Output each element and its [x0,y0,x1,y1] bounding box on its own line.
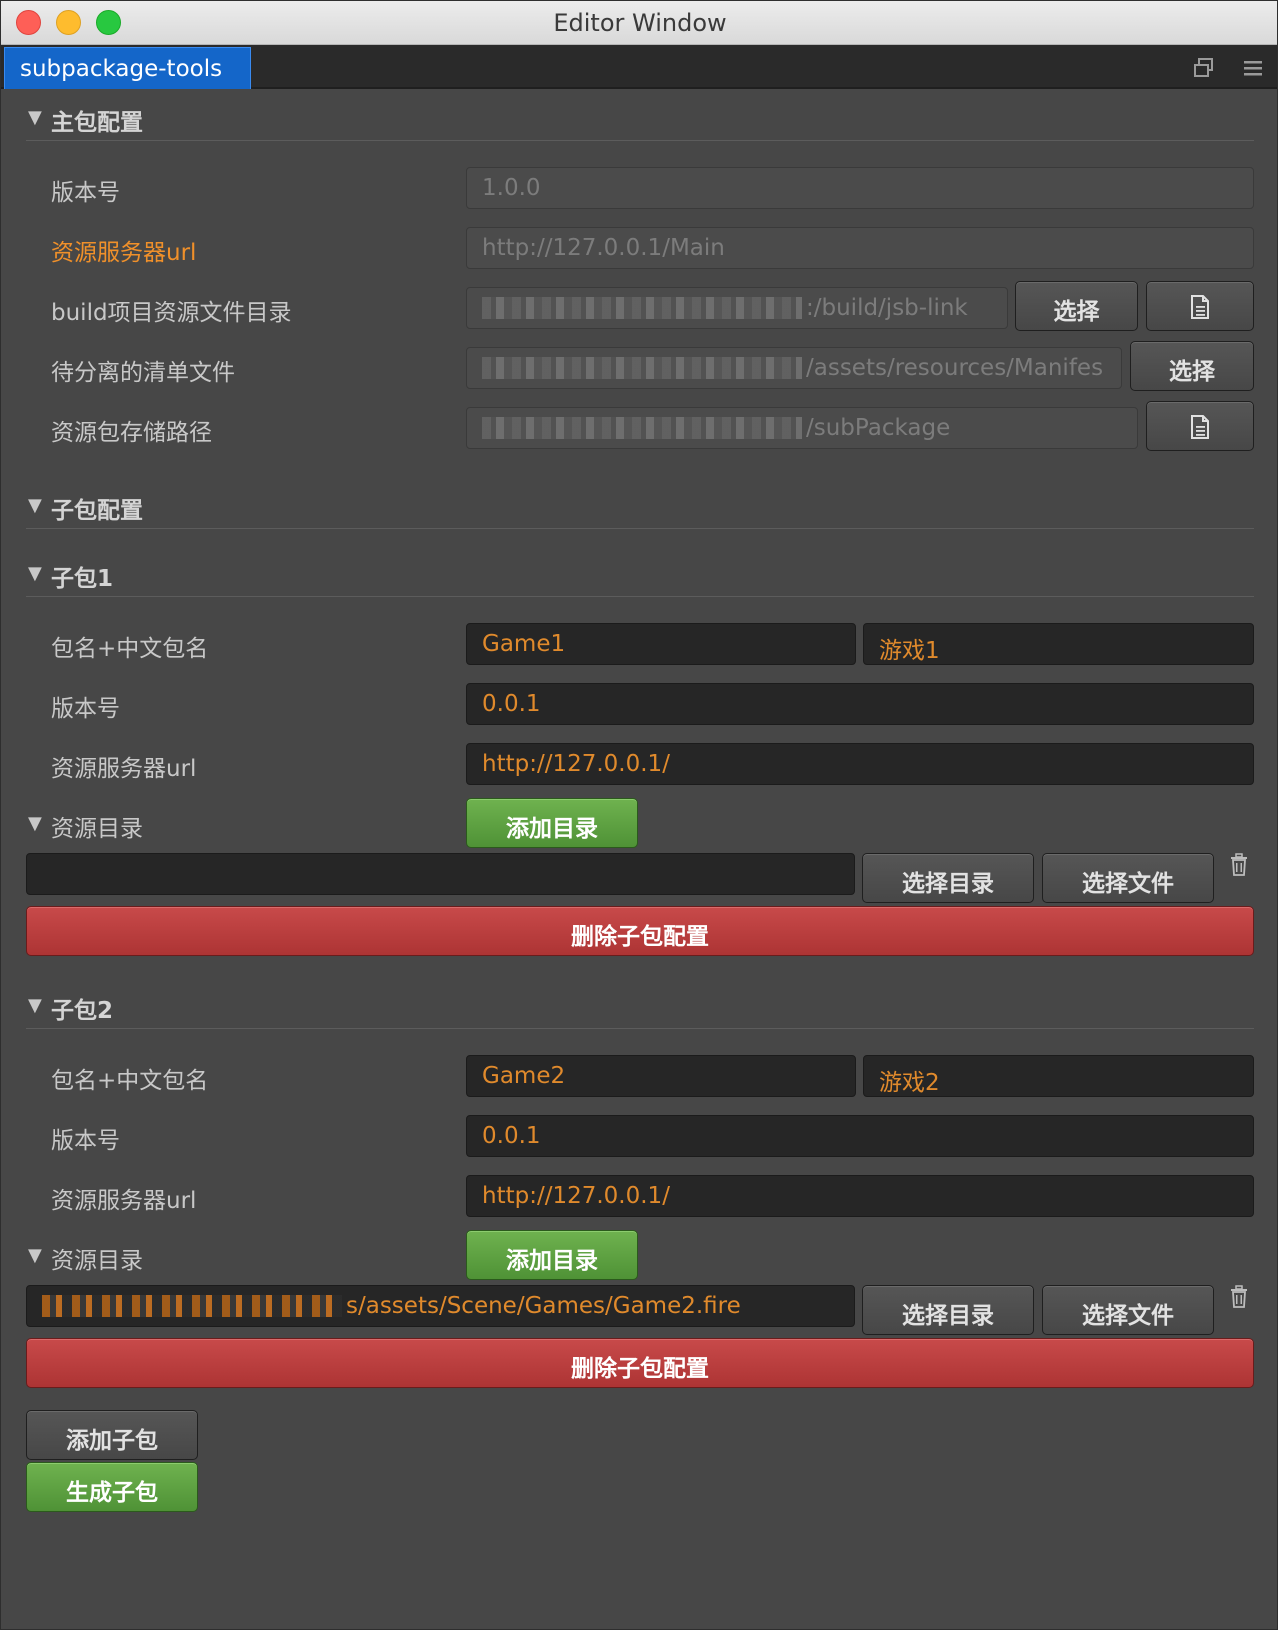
sp2-server-label: 资源服务器url [51,1188,197,1214]
panel-content: ▼ 主包配置 版本号 1.0.0 资源服务器url http://127.0.0… [1,91,1277,1629]
subpackage-1-title: 子包1 [51,566,114,592]
sp1-delete-button[interactable]: 删除子包配置 [26,906,1254,956]
expand-arrow-icon: ▼ [28,107,42,128]
main-server-label: 资源服务器url [51,240,197,266]
manifest-input[interactable]: /assets/resources/Manifes [466,347,1122,389]
trash-icon[interactable] [1228,1285,1250,1309]
main-config-header[interactable]: ▼ 主包配置 [26,101,1254,141]
sp1-dir-input[interactable] [26,853,855,895]
redacted-path [482,297,802,319]
redacted-path [482,417,802,439]
sp1-name-input[interactable]: Game1 [466,623,856,665]
expand-arrow-icon: ▼ [28,563,42,584]
manifest-value: /assets/resources/Manifes [806,355,1104,381]
sp2-server-input[interactable]: http://127.0.0.1/ [466,1175,1254,1217]
store-path-input[interactable]: /subPackage [466,407,1138,449]
main-version-label: 版本号 [51,180,120,206]
sp1-version-label: 版本号 [51,696,120,722]
expand-arrow-icon: ▼ [28,1245,42,1266]
expand-arrow-icon: ▼ [28,495,42,516]
menu-icon[interactable] [1242,57,1264,79]
sp2-choose-dir-button[interactable]: 选择目录 [862,1285,1034,1335]
add-subpackage-button[interactable]: 添加子包 [26,1410,198,1460]
sp1-add-dir-button[interactable]: 添加目录 [466,798,638,848]
subpackage-1-header[interactable]: ▼ 子包1 [26,557,1254,597]
expand-arrow-icon: ▼ [28,813,42,834]
generate-subpackage-button[interactable]: 生成子包 [26,1462,198,1512]
sp1-choose-file-button[interactable]: 选择文件 [1042,853,1214,903]
sp2-dir-label: 资源目录 [51,1248,143,1274]
subpackage-2-header[interactable]: ▼ 子包2 [26,989,1254,1029]
build-dir-label: build项目资源文件目录 [51,300,292,326]
title-bar: Editor Window [1,1,1277,45]
sp1-cn-name-input[interactable]: 游戏1 [863,623,1254,665]
sp2-delete-button[interactable]: 删除子包配置 [26,1338,1254,1388]
sp2-name-label: 包名+中文包名 [51,1068,209,1094]
tab-subpackage-tools[interactable]: subpackage-tools [4,47,251,89]
manifest-choose-button[interactable]: 选择 [1130,341,1254,391]
subpackage-2-title: 子包2 [51,998,114,1024]
restore-window-icon[interactable] [1193,57,1215,79]
build-dir-value: :/build/jsb-link [806,295,968,321]
redacted-path [482,357,802,379]
sp1-version-input[interactable]: 0.0.1 [466,683,1254,725]
sp1-server-label: 资源服务器url [51,756,197,782]
document-icon [1191,295,1209,319]
sp2-dir-value: s/assets/Scene/Games/Game2.fire [346,1293,741,1319]
sp2-name-input[interactable]: Game2 [466,1055,856,1097]
main-server-input[interactable]: http://127.0.0.1/Main [466,227,1254,269]
sp2-cn-name-input[interactable]: 游戏2 [863,1055,1254,1097]
sub-config-title: 子包配置 [51,498,143,524]
trash-icon[interactable] [1228,853,1250,877]
editor-window: Editor Window subpackage-tools ▼ 主包配置 版本… [0,0,1278,1630]
redacted-path [42,1295,342,1317]
build-dir-input[interactable]: :/build/jsb-link [466,287,1008,329]
sp1-dir-label: 资源目录 [51,816,143,842]
sp2-version-label: 版本号 [51,1128,120,1154]
main-config-title: 主包配置 [51,110,143,136]
main-version-input[interactable]: 1.0.0 [466,167,1254,209]
sp1-name-label: 包名+中文包名 [51,636,209,662]
manifest-label: 待分离的清单文件 [51,360,235,386]
sp2-version-input[interactable]: 0.0.1 [466,1115,1254,1157]
store-path-open-button[interactable] [1146,401,1254,451]
document-icon [1191,415,1209,439]
sp2-add-dir-button[interactable]: 添加目录 [466,1230,638,1280]
build-dir-choose-button[interactable]: 选择 [1015,281,1138,331]
store-path-value: /subPackage [806,415,951,441]
build-dir-open-button[interactable] [1146,281,1254,331]
store-path-label: 资源包存储路径 [51,420,212,446]
sp2-choose-file-button[interactable]: 选择文件 [1042,1285,1214,1335]
sp2-dir-input[interactable]: s/assets/Scene/Games/Game2.fire [26,1285,855,1327]
sub-config-header[interactable]: ▼ 子包配置 [26,489,1254,529]
window-title: Editor Window [553,9,727,37]
sp1-choose-dir-button[interactable]: 选择目录 [862,853,1034,903]
tab-bar: subpackage-tools [1,45,1277,89]
sp1-server-input[interactable]: http://127.0.0.1/ [466,743,1254,785]
expand-arrow-icon: ▼ [28,995,42,1016]
